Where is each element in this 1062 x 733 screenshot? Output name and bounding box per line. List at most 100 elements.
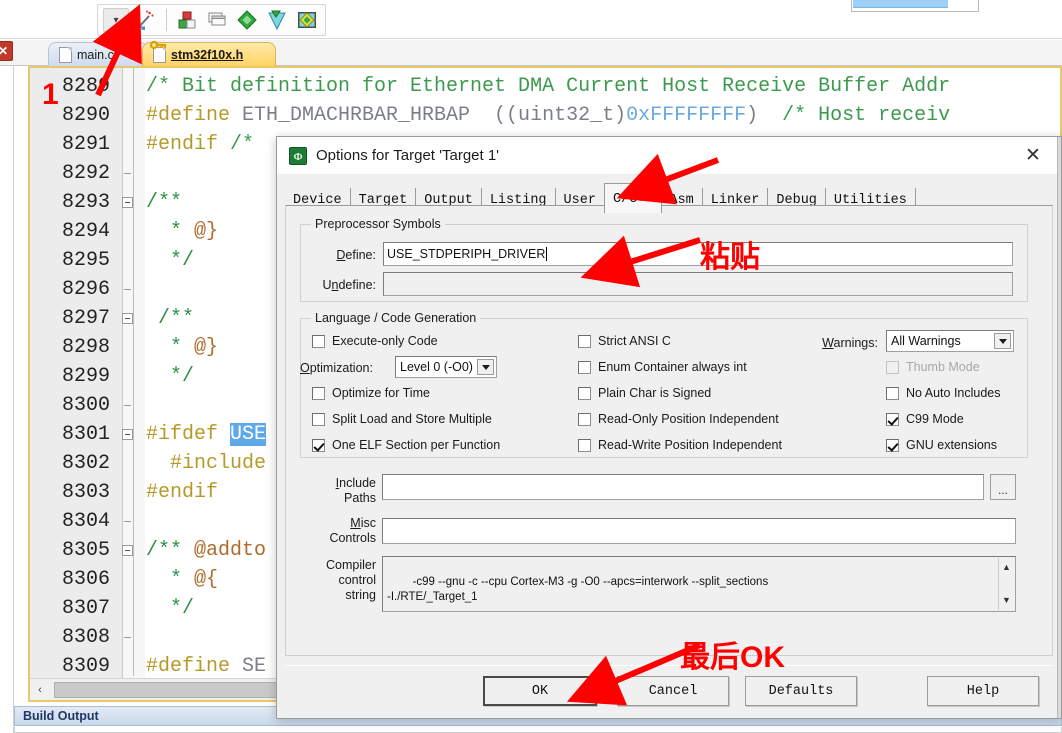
checkbox-icon[interactable] <box>578 386 591 400</box>
dialog-close-button[interactable]: ✕ <box>1011 141 1055 171</box>
chevron-down-icon[interactable] <box>477 359 494 375</box>
code-token: #ifdef <box>146 423 231 446</box>
build-output-label: Build Output <box>23 709 99 723</box>
close-icon[interactable]: ✕ <box>0 41 13 61</box>
fold-collapse-icon[interactable] <box>121 545 133 556</box>
code-text: /** <box>138 191 182 214</box>
compiler-control-string-box[interactable]: -c99 --gnu -c --cpu Cortex-M3 -g -O0 --a… <box>382 556 1016 612</box>
checkbox-icon[interactable] <box>312 438 325 452</box>
toolbar-separator <box>166 9 167 31</box>
checkbox-c99-mode[interactable]: C99 Mode <box>886 412 964 426</box>
checkbox-icon[interactable] <box>312 334 325 348</box>
checkbox-icon[interactable] <box>578 334 591 348</box>
configure-wizard-icon[interactable] <box>133 7 159 33</box>
code-token: USE <box>230 423 267 446</box>
fold-dash-icon <box>123 405 131 406</box>
warnings-select[interactable]: All Warnings <box>886 330 1014 352</box>
line-number: 8308 <box>61 626 110 649</box>
checkbox-execute-only-code[interactable]: Execute-only Code <box>312 334 438 348</box>
optimization-label: Optimization: <box>300 361 373 375</box>
key-badge-icon <box>150 40 166 50</box>
checkbox-icon[interactable] <box>886 386 899 400</box>
checkbox-icon[interactable] <box>312 412 325 426</box>
dialog-tab-c-c[interactable]: C/C++ <box>603 183 663 213</box>
include-paths-browse-button[interactable]: ... <box>990 474 1016 500</box>
define-input[interactable]: USE_STDPERIPH_DRIVER <box>383 242 1013 266</box>
code-line[interactable]: 8289/* Bit definition for Ethernet DMA C… <box>30 72 1060 101</box>
code-token: */ <box>146 365 195 388</box>
checkbox-one-elf-section-per-function[interactable]: One ELF Section per Function <box>312 438 500 452</box>
fold-collapse-icon[interactable] <box>121 197 133 208</box>
select-software-packs-icon[interactable] <box>294 7 320 33</box>
pack-installer-icon[interactable] <box>234 7 260 33</box>
checkbox-enum-container-always-int[interactable]: Enum Container always int <box>578 360 747 374</box>
dialog-titlebar[interactable]: Φ Options for Target 'Target 1' ✕ <box>277 137 1061 175</box>
checkbox-icon[interactable] <box>886 412 899 426</box>
code-token: @addto <box>194 539 267 562</box>
checkbox-icon[interactable] <box>578 412 591 426</box>
checkbox-icon[interactable] <box>578 360 591 374</box>
checkbox-plain-char-is-signed[interactable]: Plain Char is Signed <box>578 386 711 400</box>
chevron-down-icon[interactable] <box>994 333 1011 349</box>
cancel-button[interactable]: Cancel <box>617 676 729 706</box>
fold-collapse-icon[interactable] <box>121 429 133 440</box>
ok-button[interactable]: OK <box>483 676 597 706</box>
target-options-icon[interactable] <box>174 7 200 33</box>
line-number: 8293 <box>61 191 110 214</box>
fold-collapse-icon[interactable] <box>121 313 133 324</box>
code-token: @} <box>194 220 219 243</box>
fold-dash-icon <box>123 521 131 522</box>
checkbox-no-auto-includes[interactable]: No Auto Includes <box>886 386 1001 400</box>
fold-dash-icon <box>123 637 131 638</box>
line-number: 8307 <box>61 597 110 620</box>
checkbox-optimize-for-time[interactable]: Optimize for Time <box>312 386 430 400</box>
chevron-up-icon[interactable]: ▲ <box>1002 560 1011 575</box>
code-text: /** @addto <box>138 539 266 562</box>
fold-marker <box>116 405 138 406</box>
step-one-marker: 1 <box>42 78 59 111</box>
compiler-string-scrollbar[interactable]: ▲ ▼ <box>998 558 1014 610</box>
code-line[interactable]: 8290 #define ETH_DMACHRBAR_HRBAP ((uint32… <box>30 101 1060 130</box>
code-text: */ <box>138 597 194 620</box>
checkbox-icon[interactable] <box>312 386 325 400</box>
scroll-left-icon[interactable]: ‹ <box>30 679 50 700</box>
checkbox-icon[interactable] <box>886 438 899 452</box>
fold-marker[interactable] <box>116 429 138 440</box>
checkbox-icon[interactable] <box>578 438 591 452</box>
fold-dash-icon <box>123 289 131 290</box>
fold-marker[interactable] <box>116 197 138 208</box>
code-token: /** <box>146 307 195 330</box>
fold-marker[interactable] <box>116 313 138 324</box>
checkbox-split-load-and-store-multiple[interactable]: Split Load and Store Multiple <box>312 412 492 426</box>
help-button[interactable]: Help <box>927 676 1039 706</box>
include-paths-input[interactable] <box>382 474 984 500</box>
define-value: USE_STDPERIPH_DRIVER <box>387 247 546 261</box>
fold-marker <box>116 173 138 174</box>
code-token: SE <box>242 655 267 676</box>
line-number: 8302 <box>61 452 110 475</box>
checkbox-label: Thumb Mode <box>906 360 980 374</box>
code-token: #endif <box>146 133 231 156</box>
fold-marker[interactable] <box>116 545 138 556</box>
manage-windows-icon[interactable] <box>204 7 230 33</box>
code-text: * @} <box>138 336 218 359</box>
code-token: @} <box>194 336 219 359</box>
misc-controls-input[interactable] <box>382 518 1016 544</box>
options-for-target-dialog[interactable]: Φ Options for Target 'Target 1' ✕ Device… <box>276 136 1062 719</box>
chevron-down-icon[interactable]: ▾ <box>103 8 129 32</box>
paste-label: 粘贴 <box>700 241 760 274</box>
checkbox-strict-ansi-c[interactable]: Strict ANSI C <box>578 334 671 348</box>
checkbox-read-only-position-independent[interactable]: Read-Only Position Independent <box>578 412 779 426</box>
checkbox-gnu-extensions[interactable]: GNU extensions <box>886 438 997 452</box>
manage-rte-icon[interactable] <box>264 7 290 33</box>
line-number: 8292 <box>61 162 110 185</box>
line-number: 8304 <box>61 510 110 533</box>
undefine-input[interactable] <box>383 272 1013 296</box>
include-paths-label: Include Paths <box>335 476 376 505</box>
chevron-down-icon[interactable]: ▼ <box>1002 593 1011 608</box>
checkbox-read-write-position-independent[interactable]: Read-Write Position Independent <box>578 438 782 452</box>
optimization-select[interactable]: Level 0 (-O0) <box>395 356 497 378</box>
code-token: /** <box>146 539 195 562</box>
defaults-button[interactable]: Defaults <box>745 676 857 706</box>
editor-tab-main-c[interactable]: main.c <box>48 42 148 66</box>
